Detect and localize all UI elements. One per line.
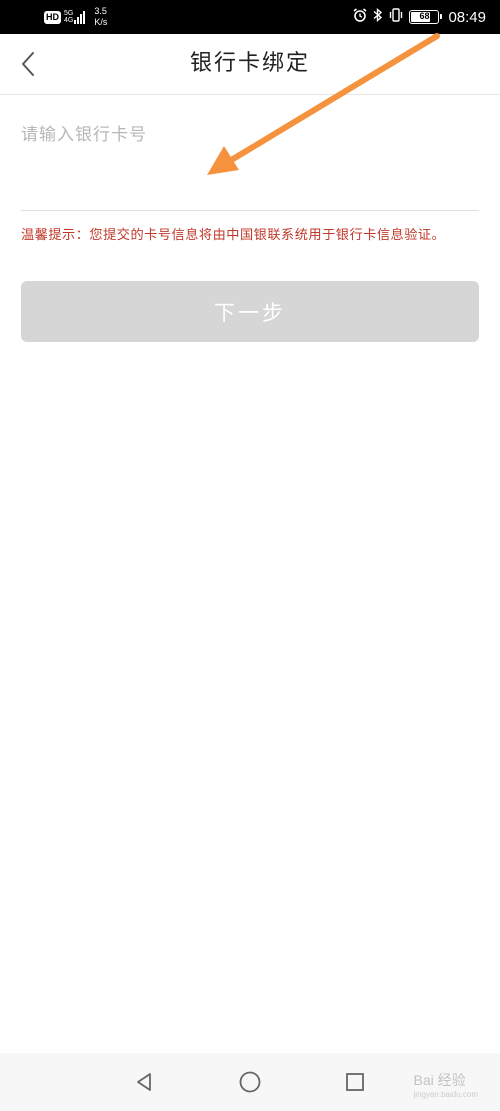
hd-badge: HD (44, 10, 61, 24)
recents-square-icon (346, 1073, 364, 1091)
battery-icon: 68 (409, 10, 443, 24)
back-button[interactable] (10, 46, 46, 82)
watermark: Bai 经验 jingyan.baidu.com (414, 1070, 478, 1099)
battery-percent: 68 (419, 11, 430, 21)
speed-unit: K/s (94, 17, 108, 27)
watermark-sub: jingyan.baidu.com (413, 1090, 478, 1099)
next-step-button[interactable]: 下一步 (21, 281, 479, 342)
speed-value: 3.5 (94, 6, 107, 16)
card-number-input[interactable] (21, 110, 479, 160)
header: 银行卡绑定 (0, 34, 500, 95)
page-title: 银行卡绑定 (189, 51, 310, 76)
navigation-bar: Bai 经验 jingyan.baidu.com (0, 1053, 500, 1111)
watermark-text: Bai 经验 (413, 1072, 466, 1088)
home-circle-icon (239, 1071, 261, 1093)
signal-icon (74, 10, 86, 24)
vibrate-icon (388, 7, 404, 28)
status-bar: HD 5G 4G 3.5 K/s 68 08:49 (0, 0, 500, 34)
status-left: HD 5G 4G 3.5 K/s (44, 6, 107, 28)
chevron-left-icon (22, 52, 34, 76)
status-time: 08:49 (448, 8, 486, 26)
nav-home-button[interactable] (232, 1064, 268, 1100)
nav-recents-button[interactable] (337, 1064, 373, 1100)
status-right: 68 08:49 (352, 7, 486, 27)
bluetooth-icon (373, 7, 383, 28)
nav-back-button[interactable] (126, 1064, 162, 1100)
tip-text: 温馨提示：您提交的卡号信息将由中国银联系统用于银行卡信息验证。 (21, 228, 446, 243)
network-type-label: 5G (64, 10, 74, 17)
network-type: 5G 4G (64, 10, 73, 24)
card-number-field-wrapper (21, 110, 479, 211)
network-sub-label: 4G (64, 17, 74, 24)
alarm-icon (352, 7, 368, 28)
back-triangle-icon (137, 1073, 151, 1091)
network-speed: 3.5 K/s (94, 6, 107, 28)
